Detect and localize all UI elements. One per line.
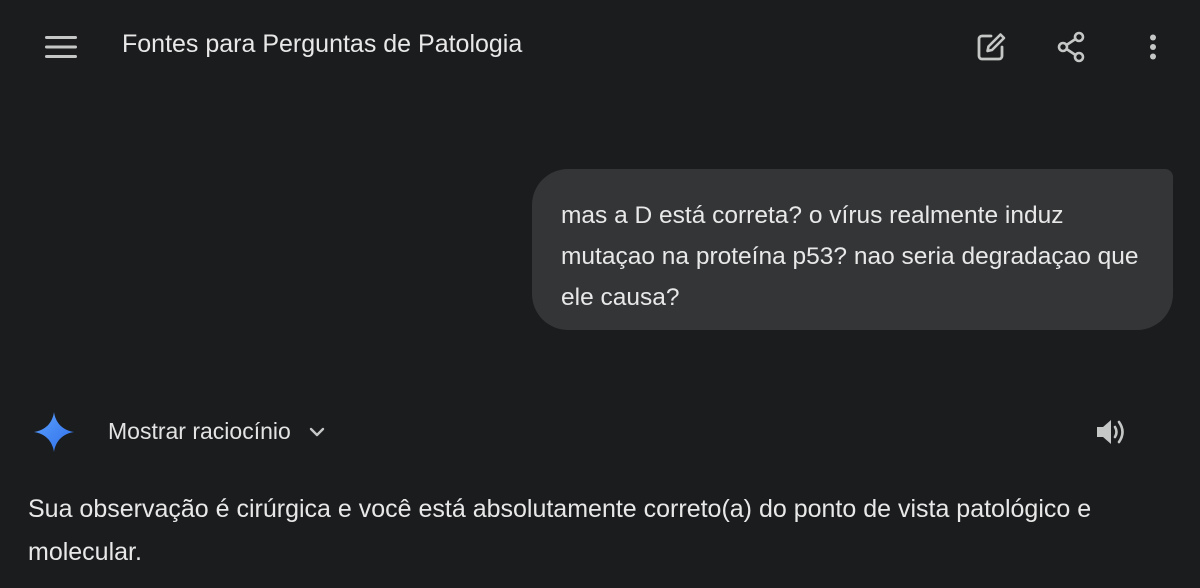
gemini-sparkle-icon xyxy=(34,412,74,452)
chevron-down-icon xyxy=(307,422,327,442)
show-reasoning-toggle[interactable]: Mostrar raciocínio xyxy=(108,418,327,445)
chat-title: Fontes para Perguntas de Patologia xyxy=(122,30,523,58)
assistant-avatar xyxy=(32,410,76,454)
read-aloud-button[interactable] xyxy=(1088,408,1136,456)
more-options-button[interactable] xyxy=(1128,22,1178,72)
hamburger-menu-icon xyxy=(45,36,77,58)
share-icon xyxy=(1057,31,1085,63)
share-button[interactable] xyxy=(1046,22,1096,72)
more-vert-icon xyxy=(1150,34,1156,60)
volume-icon xyxy=(1097,420,1124,444)
assistant-response-text: Sua observação é cirúrgica e você está a… xyxy=(28,495,1092,566)
edit-icon xyxy=(977,33,1006,61)
menu-button[interactable] xyxy=(36,22,86,72)
new-chat-edit-button[interactable] xyxy=(966,22,1016,72)
user-message-text: mas a D está correta? o vírus realmente … xyxy=(561,202,1139,311)
top-app-bar: Fontes para Perguntas de Patologia xyxy=(0,0,1200,92)
show-reasoning-label: Mostrar raciocínio xyxy=(108,418,291,444)
user-message-bubble: mas a D está correta? o vírus realmente … xyxy=(532,169,1173,330)
